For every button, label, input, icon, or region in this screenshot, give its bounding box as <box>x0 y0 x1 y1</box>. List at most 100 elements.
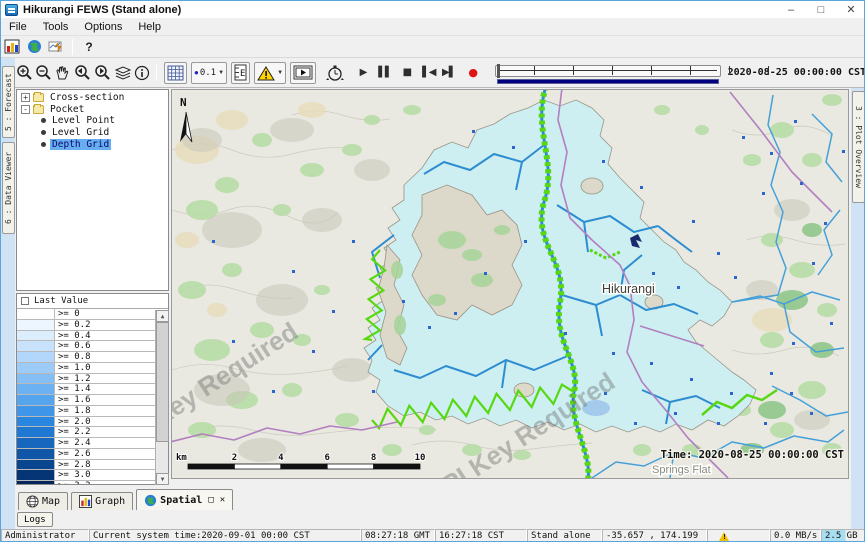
play-button[interactable]: ▶ <box>355 63 371 83</box>
ruler-classification-button[interactable]: E <box>231 62 250 84</box>
graph-export-button[interactable] <box>46 37 66 57</box>
interval-value: 0.1 <box>200 68 216 78</box>
tree-expander-icon[interactable]: + <box>21 93 30 102</box>
go-to-end-button[interactable]: ▶▌ <box>441 63 457 83</box>
maximize-button[interactable]: □ <box>806 1 836 18</box>
legend-label: >= 1.8 <box>55 406 168 416</box>
tab-close-icon[interactable]: ✕ <box>220 495 225 505</box>
legend-swatch <box>17 374 55 384</box>
tab-spatial[interactable]: Spatial □ ✕ <box>136 489 233 510</box>
globe-display-button[interactable] <box>24 37 44 57</box>
menu-item-options[interactable]: Options <box>76 19 130 35</box>
tree-expander-icon[interactable]: - <box>21 105 30 114</box>
legend-row: >= 2.0 <box>17 417 168 428</box>
app-window: Hikurangi FEWS (Stand alone) – □ ✕ FileT… <box>0 0 865 542</box>
tab-maximize-icon[interactable]: □ <box>208 495 213 505</box>
tree-item-pocket[interactable]: -Pocket <box>17 104 168 116</box>
go-to-start-button[interactable]: ▌◀ <box>421 63 437 83</box>
tree-item-level-point[interactable]: Level Point <box>17 115 168 127</box>
place-label: Springs Flat <box>652 464 711 476</box>
menu-item-file[interactable]: File <box>1 19 35 35</box>
svg-text:10: 10 <box>415 453 426 463</box>
zoom-previous-button[interactable] <box>72 63 91 83</box>
help-button[interactable]: ? <box>79 37 99 57</box>
status-bar: AdministratorCurrent system time:2020-09… <box>1 529 865 542</box>
legend-panel: Last Value >= 0>= 0.2>= 0.4>= 0.6>= 0.8>… <box>16 293 169 485</box>
legend-swatch <box>17 331 55 341</box>
close-button[interactable]: ✕ <box>836 1 865 18</box>
legend-label: >= 2.6 <box>55 449 168 459</box>
pan-hand-button[interactable] <box>54 63 70 83</box>
warning-icon[interactable] <box>719 532 729 541</box>
tab-graph-label: Graph <box>95 496 125 507</box>
logs-button[interactable]: Logs <box>17 512 53 527</box>
legend-swatch <box>17 438 55 448</box>
time-slider-handle[interactable] <box>497 64 500 78</box>
legend-swatch <box>17 449 55 459</box>
tree-item-cross-section[interactable]: +Cross-section <box>17 92 168 104</box>
tab-plot-overview[interactable]: 3 : Plot Overview <box>852 91 865 203</box>
map-time-label: Time: 2020-08-25 00:00:00 CST <box>661 449 844 461</box>
legend-label: >= 3.0 <box>55 470 168 480</box>
minimize-button[interactable]: – <box>776 1 806 18</box>
thresholds-warning-dropdown[interactable]: ▼ <box>254 62 286 84</box>
last-value-checkbox[interactable] <box>21 297 29 305</box>
dot-icon: ● <box>194 68 199 77</box>
legend-swatch <box>17 417 55 427</box>
info-button[interactable] <box>134 63 150 83</box>
north-label: N <box>180 96 187 109</box>
window-title: Hikurangi FEWS (Stand alone) <box>23 4 181 16</box>
animation-timer-button[interactable] <box>326 63 344 83</box>
map-viewport[interactable]: API Key Required API Key Required Hikura… <box>171 89 849 479</box>
legend-scrollbar[interactable]: ▲ ▼ <box>155 310 168 485</box>
scroll-up-icon[interactable]: ▲ <box>156 310 169 322</box>
menu-item-help[interactable]: Help <box>130 19 169 35</box>
legend-row: >= 2.2 <box>17 427 168 438</box>
legend-swatch <box>17 427 55 437</box>
zoom-next-button[interactable] <box>93 63 112 83</box>
movie-player-button[interactable] <box>290 62 316 84</box>
status-cell-0: Administrator <box>1 529 89 542</box>
scroll-down-icon[interactable]: ▼ <box>156 473 169 485</box>
tab-data-viewer[interactable]: 6 : Data Viewer <box>2 142 15 234</box>
status-cell-5: -35.657 , 174.199 <box>602 529 707 542</box>
record-button[interactable]: ● <box>465 63 481 83</box>
svg-text:6: 6 <box>324 453 329 463</box>
interval-dropdown[interactable]: ● 0.1 ▼ <box>191 62 227 84</box>
status-cell-2: 08:27:18 GMT <box>361 529 435 542</box>
toolbar-separator <box>72 39 73 55</box>
leaf-bullet-icon <box>41 118 46 123</box>
pause-button[interactable]: ▌▌ <box>377 63 393 83</box>
tab-map[interactable]: Map <box>18 492 68 510</box>
menu-item-tools[interactable]: Tools <box>35 19 77 35</box>
time-slider[interactable] <box>495 61 721 85</box>
tab-forecast[interactable]: 5 : Forecast <box>2 66 15 138</box>
zoom-out-button[interactable] <box>35 63 52 83</box>
zoom-in-button[interactable] <box>16 63 33 83</box>
tree-item-depth-grid[interactable]: Depth Grid <box>17 138 168 150</box>
tab-graph[interactable]: Graph <box>71 492 133 510</box>
legend-label: >= 3.2 <box>55 481 168 484</box>
grid-display-button[interactable] <box>164 62 187 84</box>
last-value-label: Last Value <box>34 296 88 306</box>
legend-row: >= 2.6 <box>17 449 168 460</box>
legend-swatch <box>17 363 55 373</box>
tree-item-level-grid[interactable]: Level Grid <box>17 127 168 139</box>
legend-row: >= 1.0 <box>17 363 168 374</box>
bar-chart-display-button[interactable] <box>2 37 22 57</box>
stop-button[interactable]: ■ <box>399 63 415 83</box>
scrollbar-thumb[interactable] <box>156 322 169 442</box>
svg-text:4: 4 <box>278 453 284 463</box>
legend-swatch <box>17 406 55 416</box>
status-cell-3: 16:27:18 CST <box>435 529 527 542</box>
time-slider-tick <box>612 66 613 75</box>
layers-button[interactable] <box>114 63 132 83</box>
legend-swatch <box>17 309 55 319</box>
legend-row: >= 0.2 <box>17 320 168 331</box>
scale-unit: km <box>176 453 187 463</box>
time-slider-tick <box>534 66 535 75</box>
logs-row: Logs <box>15 510 851 529</box>
time-slider-groove[interactable] <box>495 65 721 77</box>
legend-label: >= 1.2 <box>55 374 168 384</box>
legend-row: >= 1.8 <box>17 406 168 417</box>
